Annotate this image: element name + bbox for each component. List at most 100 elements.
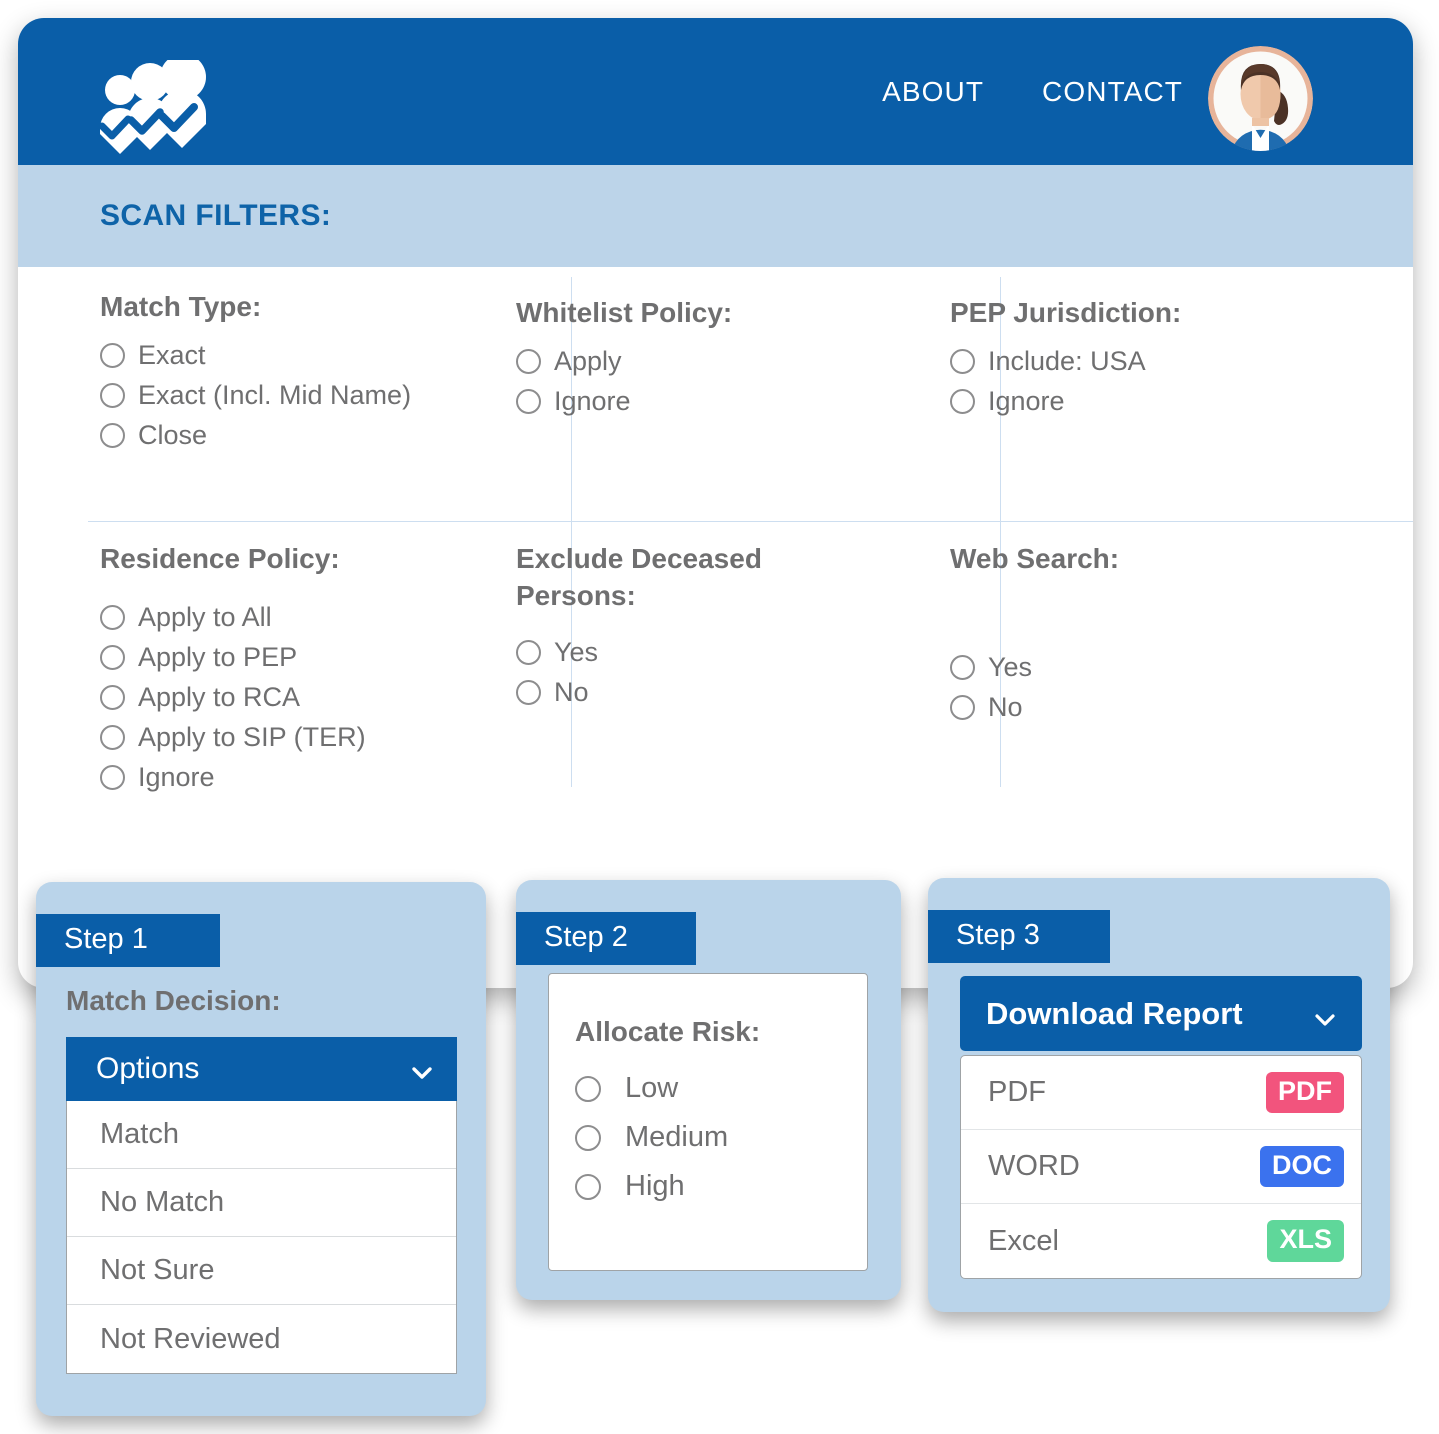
radio-icon[interactable] bbox=[100, 725, 125, 751]
radio-option-apply-to-all[interactable]: Apply to All bbox=[100, 600, 464, 636]
scan-filters-section: Match Type: Exact Exact (Incl. Mid Name)… bbox=[18, 267, 1413, 809]
radio-icon[interactable] bbox=[950, 695, 975, 721]
radio-label: Yes bbox=[554, 636, 599, 667]
match-decision-label: Match Decision: bbox=[66, 985, 281, 1016]
filter-label-exclude-deceased-persons: Exclude Deceased Persons: bbox=[516, 543, 762, 611]
radio-icon[interactable] bbox=[950, 349, 975, 375]
radio-label: Low bbox=[625, 1072, 679, 1104]
radio-label: Medium bbox=[625, 1121, 729, 1153]
radio-option-risk-low[interactable]: Low bbox=[575, 1072, 867, 1105]
radio-icon[interactable] bbox=[100, 645, 125, 671]
radio-option-deceased-no[interactable]: No bbox=[516, 675, 894, 711]
dropdown-option-not-reviewed[interactable]: Not Reviewed bbox=[67, 1305, 456, 1373]
radio-label: No bbox=[988, 691, 1023, 722]
dropdown-option-no-match[interactable]: No Match bbox=[67, 1169, 456, 1237]
step-1-badge: Step 1 bbox=[36, 914, 220, 967]
radio-label: Apply to SIP (TER) bbox=[138, 721, 366, 752]
app-root: ABOUT CONTACT SCAN FILTERS: Match Type: … bbox=[0, 0, 1439, 1434]
main-navigation: ABOUT CONTACT bbox=[882, 18, 1183, 165]
radio-icon[interactable] bbox=[516, 680, 541, 706]
scan-filters-title: SCAN FILTERS: bbox=[100, 199, 332, 232]
chevron-down-icon bbox=[411, 1058, 433, 1080]
radio-option-deceased-yes[interactable]: Yes bbox=[516, 635, 894, 671]
download-option-pdf[interactable]: PDF PDF bbox=[961, 1056, 1361, 1130]
step-2-card: Step 2 Allocate Risk: Low Medium High bbox=[516, 880, 901, 1300]
match-decision-dropdown-toggle[interactable]: Options bbox=[66, 1037, 457, 1101]
radio-icon[interactable] bbox=[100, 765, 125, 791]
radio-icon[interactable] bbox=[100, 383, 125, 409]
radio-option-exact[interactable]: Exact bbox=[100, 338, 464, 374]
filter-group-exclude-deceased-persons: Exclude Deceased Persons: Yes No bbox=[488, 499, 918, 809]
radio-option-risk-high[interactable]: High bbox=[575, 1170, 867, 1203]
radio-option-whitelist-apply[interactable]: Apply bbox=[516, 344, 894, 380]
radio-icon[interactable] bbox=[516, 389, 541, 415]
radio-icon[interactable] bbox=[950, 389, 975, 415]
radio-option-whitelist-ignore[interactable]: Ignore bbox=[516, 384, 894, 420]
radio-icon[interactable] bbox=[516, 640, 541, 666]
app-header: ABOUT CONTACT bbox=[18, 18, 1413, 165]
radio-option-close[interactable]: Close bbox=[100, 418, 464, 454]
radio-label: Apply bbox=[554, 345, 622, 376]
radio-label: No bbox=[554, 676, 589, 707]
radio-icon[interactable] bbox=[950, 655, 975, 681]
filter-label-web-search: Web Search: bbox=[950, 543, 1120, 574]
radio-icon[interactable] bbox=[100, 685, 125, 711]
chevron-down-icon bbox=[1314, 1003, 1336, 1026]
download-format-list: PDF PDF WORD DOC Excel XLS bbox=[960, 1055, 1362, 1279]
match-decision-dropdown: Options Match No Match Not Sure Not Revi… bbox=[66, 1037, 457, 1374]
radio-option-web-search-no[interactable]: No bbox=[950, 690, 1389, 726]
allocate-risk-label: Allocate Risk: bbox=[575, 1016, 761, 1047]
dropdown-option-not-sure[interactable]: Not Sure bbox=[67, 1237, 456, 1305]
radio-option-web-search-yes[interactable]: Yes bbox=[950, 650, 1389, 686]
radio-icon[interactable] bbox=[100, 343, 125, 369]
step-2-badge: Step 2 bbox=[516, 912, 696, 965]
nav-link-about[interactable]: ABOUT bbox=[882, 76, 984, 108]
radio-icon[interactable] bbox=[100, 423, 125, 449]
radio-label: Apply to PEP bbox=[138, 641, 298, 672]
step-1-card: Step 1 Match Decision: Options Match No … bbox=[36, 882, 486, 1416]
download-report-button[interactable]: Download Report bbox=[960, 976, 1362, 1051]
match-decision-selected-value: Options bbox=[96, 1052, 200, 1085]
radio-option-pep-include-usa[interactable]: Include: USA bbox=[950, 344, 1389, 380]
pdf-badge-icon: PDF bbox=[1266, 1071, 1344, 1114]
radio-label: Exact bbox=[138, 339, 206, 370]
radio-icon[interactable] bbox=[100, 605, 125, 631]
download-option-excel[interactable]: Excel XLS bbox=[961, 1204, 1361, 1278]
radio-option-exact-incl-mid-name[interactable]: Exact (Incl. Mid Name) bbox=[100, 378, 464, 414]
radio-label: Include: USA bbox=[988, 345, 1146, 376]
filter-group-web-search: Web Search: Yes No bbox=[918, 499, 1413, 809]
radio-label: Close bbox=[138, 419, 208, 450]
radio-icon[interactable] bbox=[575, 1124, 601, 1151]
filter-group-whitelist-policy: Whitelist Policy: Apply Ignore bbox=[488, 267, 918, 499]
avatar[interactable] bbox=[1208, 46, 1313, 151]
scan-filters-bar: SCAN FILTERS: bbox=[18, 165, 1413, 267]
radio-label: Yes bbox=[988, 651, 1033, 682]
xls-badge-icon: XLS bbox=[1267, 1220, 1344, 1262]
match-decision-options-list: Match No Match Not Sure Not Reviewed bbox=[66, 1101, 457, 1374]
nav-link-contact[interactable]: CONTACT bbox=[1042, 76, 1183, 108]
radio-label: Apply to RCA bbox=[138, 681, 301, 712]
main-window-panel: ABOUT CONTACT SCAN FILTERS: Match Type: … bbox=[18, 18, 1413, 988]
radio-option-apply-to-rca[interactable]: Apply to RCA bbox=[100, 680, 464, 716]
people-check-logo-icon[interactable] bbox=[98, 54, 206, 156]
radio-option-apply-to-sip-ter[interactable]: Apply to SIP (TER) bbox=[100, 720, 464, 756]
radio-option-apply-to-pep[interactable]: Apply to PEP bbox=[100, 640, 464, 676]
radio-icon[interactable] bbox=[575, 1075, 601, 1102]
download-option-word[interactable]: WORD DOC bbox=[961, 1130, 1361, 1204]
radio-icon[interactable] bbox=[575, 1173, 601, 1200]
dropdown-option-match[interactable]: Match bbox=[67, 1101, 456, 1169]
radio-option-residence-ignore[interactable]: Ignore bbox=[100, 760, 464, 796]
radio-label: Apply to All bbox=[138, 601, 272, 632]
radio-icon[interactable] bbox=[516, 349, 541, 375]
radio-label: Ignore bbox=[988, 385, 1065, 416]
download-format-name: PDF bbox=[988, 1076, 1046, 1108]
filter-group-residence-policy: Residence Policy: Apply to All Apply to … bbox=[18, 499, 488, 809]
radio-option-risk-medium[interactable]: Medium bbox=[575, 1121, 867, 1154]
step-3-card: Step 3 Download Report PDF PDF WORD DOC … bbox=[928, 878, 1390, 1312]
filters-grid: Match Type: Exact Exact (Incl. Mid Name)… bbox=[18, 267, 1413, 809]
filter-label-whitelist-policy: Whitelist Policy: bbox=[516, 297, 733, 328]
radio-label: Ignore bbox=[554, 385, 631, 416]
download-report-label: Download Report bbox=[986, 995, 1243, 1031]
allocate-risk-box: Allocate Risk: Low Medium High bbox=[548, 973, 868, 1271]
radio-option-pep-ignore[interactable]: Ignore bbox=[950, 384, 1389, 420]
